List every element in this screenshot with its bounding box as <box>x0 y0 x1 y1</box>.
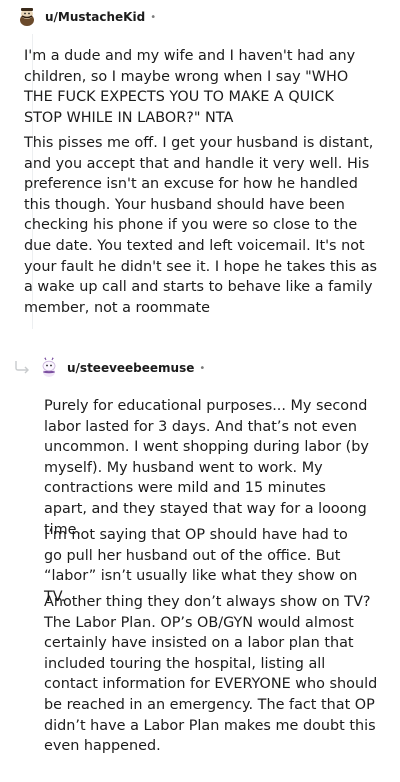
snoo-avatar-mustache-icon[interactable] <box>16 6 38 28</box>
comment-username[interactable]: u/steeveebeemuse <box>67 361 194 375</box>
comment-header: u/MustacheKid • <box>16 6 156 28</box>
comment-username[interactable]: u/MustacheKid <box>45 10 145 24</box>
meta-separator: • <box>199 362 206 374</box>
comment-paragraph: Another thing they don’t always show on … <box>44 594 378 755</box>
comment-paragraph: This pisses me off. I get your husband i… <box>24 135 378 316</box>
snoo-avatar-bee-icon[interactable] <box>38 357 60 379</box>
comment-header: u/steeveebeemuse • <box>38 357 205 379</box>
meta-separator: • <box>150 11 157 23</box>
reply-arrow-icon <box>15 361 29 374</box>
comment-paragraph: Purely for educational purposes... My se… <box>44 398 369 538</box>
comment-paragraph: I'm a dude and my wife and I haven't had… <box>24 48 356 126</box>
